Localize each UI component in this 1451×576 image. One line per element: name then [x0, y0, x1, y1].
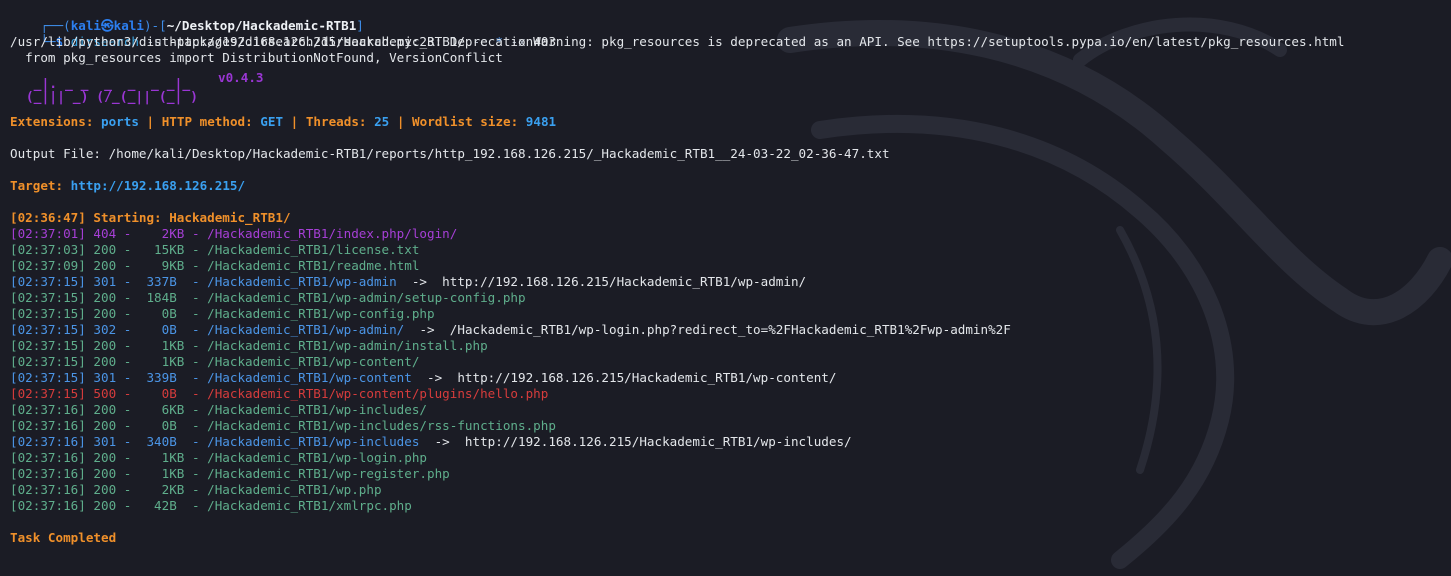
- threads-label: Threads:: [305, 114, 367, 129]
- result-row: [02:37:15] 200 - 1KB - /Hackademic_RTB1/…: [10, 338, 1441, 354]
- result-row: [02:37:16] 200 - 0B - /Hackademic_RTB1/w…: [10, 418, 1441, 434]
- result-row: [02:37:15] 500 - 0B - /Hackademic_RTB1/w…: [10, 386, 1441, 402]
- target-label: Target:: [10, 178, 64, 193]
- terminal[interactable]: ┌──(kali㉿kali)-[~/Desktop/Hackademic-RTB…: [10, 2, 1441, 546]
- result-path: [02:37:03] 200 - 15KB - /Hackademic_RTB1…: [10, 242, 420, 257]
- result-path: [02:37:16] 200 - 2KB - /Hackademic_RTB1/…: [10, 482, 382, 497]
- result-row: [02:37:15] 301 - 339B - /Hackademic_RTB1…: [10, 370, 1441, 386]
- result-path: [02:37:16] 200 - 42B - /Hackademic_RTB1/…: [10, 498, 412, 513]
- result-path: [02:37:16] 200 - 1KB - /Hackademic_RTB1/…: [10, 450, 428, 465]
- result-path: [02:37:15] 301 - 337B - /Hackademic_RTB1…: [10, 274, 397, 289]
- prompt-user: kali: [70, 18, 102, 33]
- dirsearch-logo: _|. _ _ _ _ _ _|_ (_||| _) (/_(_|| (_| )…: [10, 66, 1441, 114]
- logo-row-2: (_||| _) (/_(_|| (_| ): [18, 90, 199, 105]
- result-row: [02:37:16] 200 - 1KB - /Hackademic_RTB1/…: [10, 450, 1441, 466]
- result-row: [02:37:01] 404 - 2KB - /Hackademic_RTB1/…: [10, 226, 1441, 242]
- extensions-value: ports: [101, 114, 139, 129]
- result-path: [02:37:16] 200 - 0B - /Hackademic_RTB1/w…: [10, 418, 556, 433]
- separator: |: [290, 114, 299, 129]
- result-path: [02:37:15] 200 - 0B - /Hackademic_RTB1/w…: [10, 306, 435, 321]
- redirect-target: -> http://192.168.126.215/Hackademic_RTB…: [396, 274, 807, 289]
- prompt-header: ┌──(kali㉿kali)-[~/Desktop/Hackademic-RTB…: [40, 18, 364, 33]
- result-row: [02:37:15] 200 - 1KB - /Hackademic_RTB1/…: [10, 354, 1441, 370]
- result-path: [02:37:15] 302 - 0B - /Hackademic_RTB1/w…: [10, 322, 405, 337]
- result-path: [02:37:15] 301 - 339B - /Hackademic_RTB1…: [10, 370, 412, 385]
- result-row: [02:37:03] 200 - 15KB - /Hackademic_RTB1…: [10, 242, 1441, 258]
- result-path: [02:37:15] 500 - 0B - /Hackademic_RTB1/w…: [10, 386, 549, 401]
- deprecation-warning-import: from pkg_resources import DistributionNo…: [10, 50, 503, 65]
- result-row: [02:37:16] 200 - 1KB - /Hackademic_RTB1/…: [10, 466, 1441, 482]
- result-path: [02:37:16] 200 - 1KB - /Hackademic_RTB1/…: [10, 466, 450, 481]
- prompt-host: kali: [113, 18, 144, 33]
- result-row: [02:37:16] 200 - 42B - /Hackademic_RTB1/…: [10, 498, 1441, 514]
- result-path: [02:37:09] 200 - 9KB - /Hackademic_RTB1/…: [10, 258, 420, 273]
- method-value: GET: [260, 114, 284, 129]
- result-row: [02:37:15] 301 - 337B - /Hackademic_RTB1…: [10, 274, 1441, 290]
- prompt-path: ~/Desktop/Hackademic-RTB1: [166, 18, 357, 33]
- redirect-target: -> /Hackademic_RTB1/wp-login.php?redirec…: [404, 322, 1011, 337]
- starting-line: [02:36:47] Starting: Hackademic_RTB1/: [10, 210, 291, 225]
- result-row: [02:37:09] 200 - 9KB - /Hackademic_RTB1/…: [10, 258, 1441, 274]
- output-file-line: Output File: /home/kali/Desktop/Hackadem…: [10, 146, 890, 161]
- task-completed: Task Completed: [10, 530, 117, 545]
- scan-info: Extensions: ports | HTTP method: GET | T…: [10, 114, 1441, 130]
- separator: |: [146, 114, 155, 129]
- result-path: [02:37:15] 200 - 1KB - /Hackademic_RTB1/…: [10, 338, 488, 353]
- wordlist-label: Wordlist size:: [412, 114, 519, 129]
- results-list: [02:37:01] 404 - 2KB - /Hackademic_RTB1/…: [10, 226, 1441, 514]
- result-path: [02:37:16] 200 - 6KB - /Hackademic_RTB1/…: [10, 402, 428, 417]
- extensions-label: Extensions:: [10, 114, 94, 129]
- redirect-target: -> http://192.168.126.215/Hackademic_RTB…: [411, 370, 837, 385]
- deprecation-warning: /usr/lib/python3/dist-packages/dirsearch…: [10, 34, 1345, 49]
- threads-value: 25: [374, 114, 390, 129]
- method-label: HTTP method:: [161, 114, 253, 129]
- version-label: v0.4.3: [218, 70, 264, 85]
- result-path: [02:37:15] 200 - 1KB - /Hackademic_RTB1/…: [10, 354, 420, 369]
- result-row: [02:37:16] 301 - 340B - /Hackademic_RTB1…: [10, 434, 1441, 450]
- result-row: [02:37:16] 200 - 2KB - /Hackademic_RTB1/…: [10, 482, 1441, 498]
- result-path: [02:37:16] 301 - 340B - /Hackademic_RTB1…: [10, 434, 420, 449]
- separator: |: [396, 114, 405, 129]
- result-row: [02:37:16] 200 - 6KB - /Hackademic_RTB1/…: [10, 402, 1441, 418]
- result-row: [02:37:15] 200 - 0B - /Hackademic_RTB1/w…: [10, 306, 1441, 322]
- result-row: [02:37:15] 200 - 184B - /Hackademic_RTB1…: [10, 290, 1441, 306]
- result-path: [02:37:15] 200 - 184B - /Hackademic_RTB1…: [10, 290, 526, 305]
- target-url: http://192.168.126.215/: [70, 178, 246, 193]
- redirect-target: -> http://192.168.126.215/Hackademic_RTB…: [419, 434, 852, 449]
- result-path: [02:37:01] 404 - 2KB - /Hackademic_RTB1/…: [10, 226, 458, 241]
- target-line: Target: http://192.168.126.215/: [10, 178, 1441, 194]
- wordlist-value: 9481: [525, 114, 557, 129]
- result-row: [02:37:15] 302 - 0B - /Hackademic_RTB1/w…: [10, 322, 1441, 338]
